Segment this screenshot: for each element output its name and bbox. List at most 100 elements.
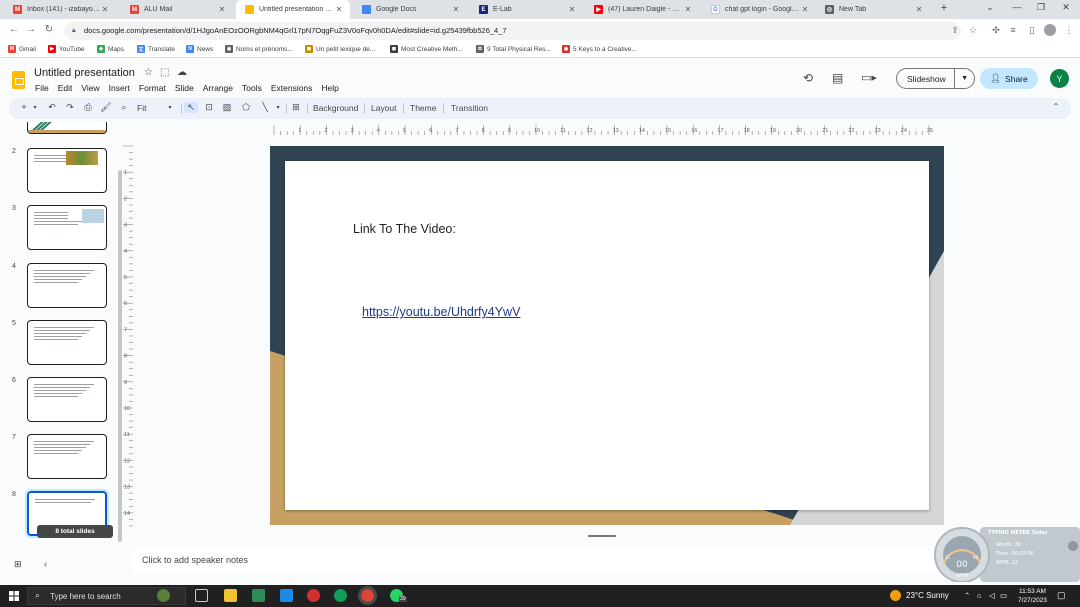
line-dropdown-icon[interactable]: ▾ [271, 104, 285, 111]
theme-button[interactable]: Theme [410, 103, 436, 113]
menu-arrange[interactable]: Arrange [203, 83, 233, 93]
meet-camera-icon[interactable]: ▭▸ [861, 71, 877, 84]
reload-icon[interactable]: ↻ [42, 24, 56, 35]
line-icon[interactable]: ╲ [258, 102, 272, 113]
add-comment-icon[interactable]: ⊞ [289, 102, 303, 113]
bookmark-item[interactable]: 文 Translate [137, 45, 175, 53]
battery-icon[interactable]: ▭ [1000, 591, 1007, 600]
menu-edit[interactable]: Edit [58, 83, 73, 93]
reading-list-icon[interactable]: ≡ [1006, 25, 1020, 35]
speaker-notes[interactable]: Click to add speaker notes [132, 548, 940, 574]
menu-help[interactable]: Help [321, 83, 338, 93]
horizontal-ruler[interactable]: 1 2 3 4 5 6 7 8 9 10 11 12 13 14 15 16 17 18 19 20 21 22 23 24 2… [270, 125, 944, 135]
side-panel-icon[interactable]: ▯ [1025, 25, 1039, 36]
close-tab-icon[interactable]: ✕ [217, 5, 227, 14]
system-clock[interactable]: 11:53 AM 7/27/2023 [1018, 587, 1047, 605]
share-page-icon[interactable]: ⇪ [948, 25, 962, 36]
chevron-down-icon[interactable]: ▼ [954, 69, 974, 88]
cloud-saved-icon[interactable]: ☁ [177, 67, 187, 78]
microsoft-store-icon[interactable] [252, 589, 265, 602]
minimize-button[interactable]: — [1009, 2, 1025, 12]
edge-icon[interactable] [334, 589, 347, 602]
slide-canvas[interactable]: Link To The Video: https://youtu.be/Uhdr… [270, 146, 944, 525]
bookmark-item[interactable]: ◉ Noms et prénoms... [225, 45, 293, 53]
tab-6[interactable]: ▶ (47) Lauren Daigle - Yo... ✕ [585, 0, 699, 19]
slide-thumbnail-4[interactable] [27, 263, 107, 308]
bookmark-item[interactable]: ✿ 9 Total Physical Res... [476, 45, 551, 53]
tab-4[interactable]: Google Docs ✕ [353, 0, 467, 19]
bookmark-item[interactable]: ◆ Maps [97, 45, 124, 53]
tab-2[interactable]: M ALU Mail ✕ [121, 0, 233, 19]
windows-start-icon[interactable] [9, 591, 19, 601]
weather-sun-icon[interactable] [890, 590, 901, 601]
filmstrip-scrollbar-thumb[interactable] [118, 170, 122, 542]
bookmark-item[interactable]: ◉ 5 Keys to a Creative... [562, 45, 637, 53]
slide-thumbnail-1[interactable] [27, 122, 107, 134]
mail-icon[interactable] [280, 589, 293, 602]
close-tab-icon[interactable]: ✕ [451, 5, 461, 14]
tab-search-button[interactable]: ⌄ [982, 2, 998, 13]
image-icon[interactable]: ▨ [220, 102, 234, 113]
slide-thumbnail-3[interactable] [27, 205, 107, 250]
notes-resize-handle[interactable] [588, 535, 616, 537]
close-tab-icon[interactable]: ✕ [683, 5, 693, 14]
close-tab-icon[interactable]: ✕ [914, 5, 924, 14]
close-window-button[interactable]: ✕ [1058, 2, 1074, 13]
new-tab-button[interactable]: + [936, 2, 952, 14]
tab-1[interactable]: M Inbox (141) - izabayoyvanr...✕ [4, 0, 116, 19]
select-cursor-icon[interactable]: ↖ [184, 102, 198, 113]
zoom-icon[interactable]: ⌕ [117, 102, 131, 113]
zoom-select[interactable]: Fit [137, 103, 146, 113]
slide-thumbnail-5[interactable] [27, 320, 107, 365]
menu-tools[interactable]: Tools [242, 83, 262, 93]
collapse-toolbar-icon[interactable]: ⌃ [1049, 102, 1063, 111]
tray-chevron-icon[interactable]: ⌃ [964, 591, 970, 600]
close-tab-icon[interactable]: ✕ [100, 5, 110, 14]
extensions-icon[interactable]: ✣ [989, 25, 1003, 36]
tab-5[interactable]: E E-Lab ✕ [470, 0, 583, 19]
document-title[interactable]: Untitled presentation [34, 67, 135, 79]
notification-icon[interactable]: ▢ [1057, 590, 1066, 601]
weather-text[interactable]: 23°C Sunny [906, 591, 949, 600]
star-icon[interactable]: ☆ [144, 67, 153, 78]
close-tab-icon[interactable]: ✕ [334, 5, 344, 14]
version-history-icon[interactable]: ⟲ [803, 71, 813, 85]
forward-arrow-icon[interactable]: → [24, 24, 38, 35]
print-icon[interactable]: ⎙ [81, 102, 95, 113]
transition-button[interactable]: Transition [451, 103, 488, 113]
slide-heading[interactable]: Link To The Video: [353, 222, 456, 236]
layout-button[interactable]: Layout [371, 103, 397, 113]
slides-logo-icon[interactable] [12, 71, 25, 89]
chrome-icon[interactable] [358, 586, 377, 605]
menu-file[interactable]: File [35, 83, 49, 93]
menu-view[interactable]: View [81, 83, 99, 93]
account-avatar[interactable]: Y [1050, 69, 1069, 88]
menu-slide[interactable]: Slide [175, 83, 194, 93]
video-link[interactable]: https://youtu.be/Uhdrfy4YwV [362, 305, 520, 319]
bookmark-item[interactable]: M Gmail [8, 45, 36, 53]
bookmark-star-icon[interactable]: ☆ [966, 25, 980, 36]
back-arrow-icon[interactable]: ← [7, 24, 21, 35]
share-button[interactable]: 👤︎ Share [980, 68, 1038, 89]
undo-icon[interactable]: ↶ [45, 102, 59, 113]
menu-insert[interactable]: Insert [109, 83, 130, 93]
paint-format-icon[interactable]: 🖌︎ [99, 102, 113, 113]
background-button[interactable]: Background [313, 103, 358, 113]
tab-7[interactable]: Gchat gpt login - Google S... ✕ [702, 0, 816, 19]
volume-icon[interactable]: ◁ [989, 591, 995, 600]
zoom-dropdown-icon[interactable]: ▾ [163, 104, 177, 111]
tab-3[interactable]: Untitled presentation - Go...✕ [236, 0, 350, 19]
new-slide-dropdown-icon[interactable]: ▾ [28, 104, 42, 111]
menu-extensions[interactable]: Extensions [271, 83, 313, 93]
slideshow-button[interactable]: Slideshow ▼ [896, 68, 975, 89]
slide-thumbnail-7[interactable] [27, 434, 107, 479]
file-explorer-icon[interactable] [224, 589, 237, 602]
bookmark-item[interactable]: N News [186, 45, 213, 53]
close-tab-icon[interactable]: ✕ [567, 5, 577, 14]
maximize-button[interactable]: ❐ [1033, 2, 1049, 13]
opera-icon[interactable] [307, 589, 320, 602]
network-icon[interactable]: ⌂ [977, 591, 982, 600]
profile-avatar-icon[interactable] [1044, 24, 1056, 36]
move-folder-icon[interactable]: ⬚ [160, 67, 169, 78]
redo-icon[interactable]: ↷ [63, 102, 77, 113]
